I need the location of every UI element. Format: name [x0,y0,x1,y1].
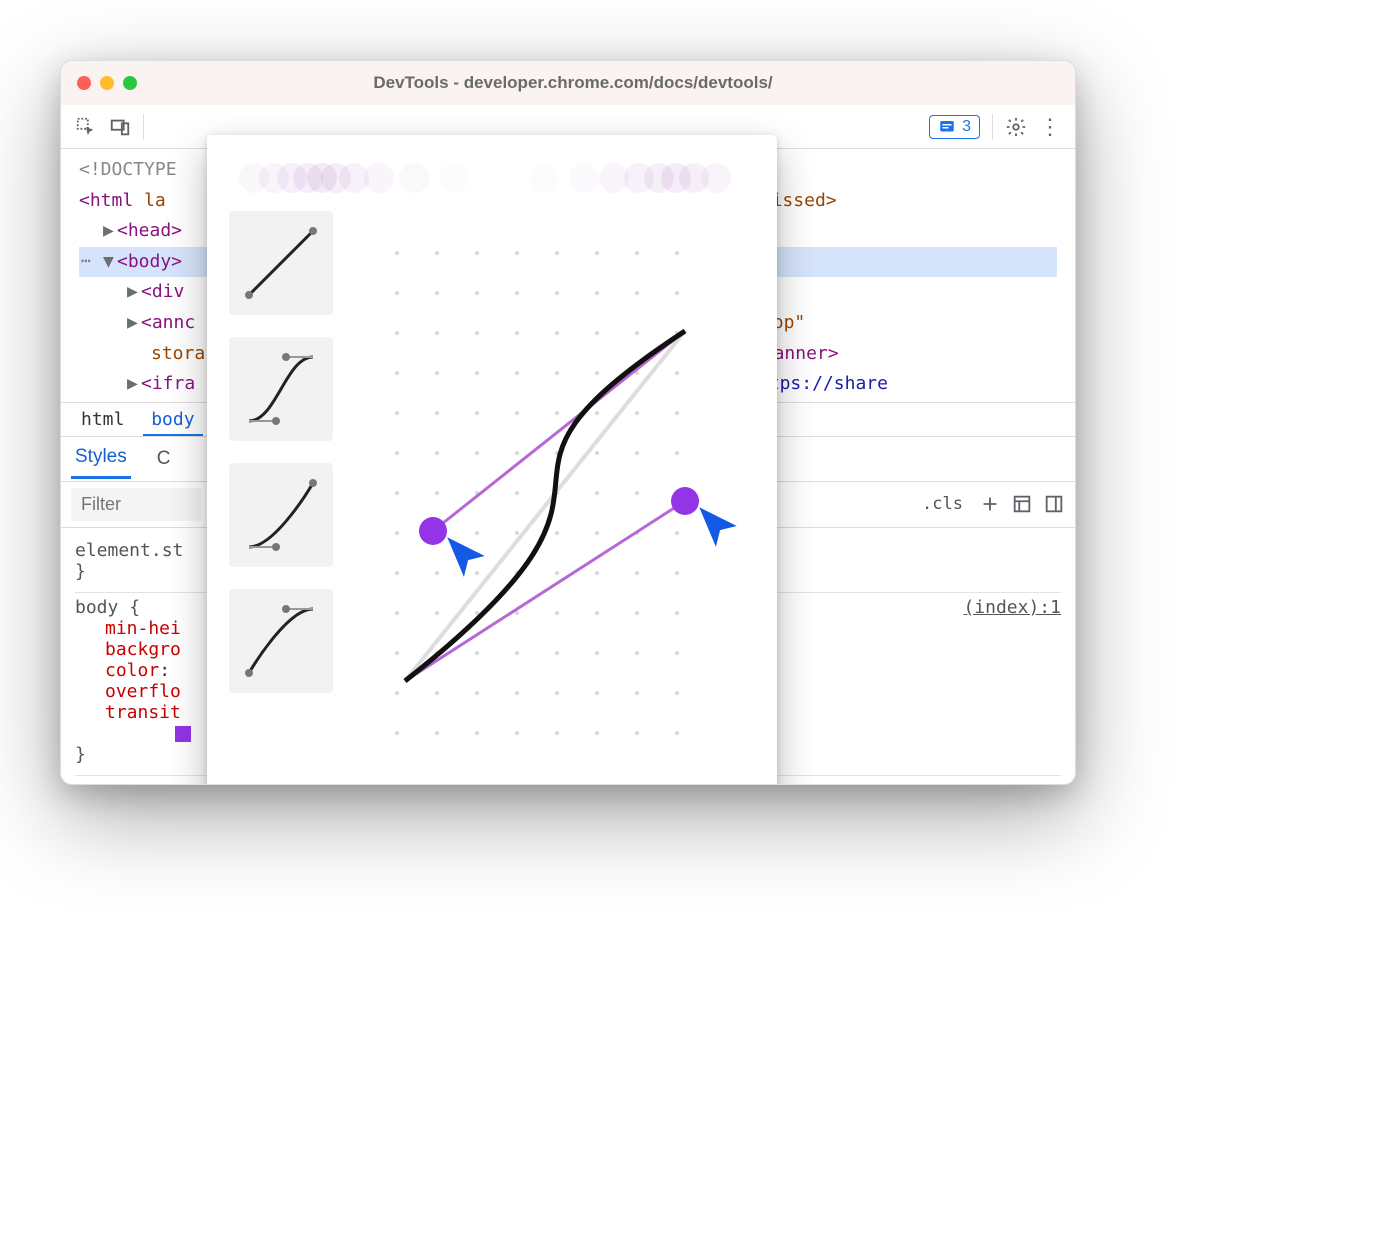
bezier-animation-preview [229,153,755,201]
crumb-body[interactable]: body [143,405,202,436]
bezier-swatch-icon[interactable] [175,726,191,742]
toggle-sidebar-icon[interactable] [1043,493,1065,515]
new-rule-icon[interactable] [979,493,1001,515]
window-controls [77,76,137,90]
bezier-canvas[interactable] [355,211,755,785]
prop-color[interactable]: color [105,660,159,681]
device-toolbar-icon[interactable] [109,116,131,138]
ellipsis-icon[interactable]: ⋯ [81,247,91,274]
close-window-button[interactable] [77,76,91,90]
tab-computed[interactable]: C [153,440,175,478]
prop-transition[interactable]: transit [105,702,181,723]
kebab-menu-icon[interactable]: ⋮ [1039,116,1061,138]
gear-icon[interactable] [1005,116,1027,138]
divider [143,114,144,140]
issues-chip[interactable]: 3 [929,115,980,139]
prop-background[interactable]: backgro [105,639,181,660]
inspect-element-icon[interactable] [75,116,97,138]
crumb-html[interactable]: html [73,405,132,434]
titlebar: DevTools - developer.chrome.com/docs/dev… [61,61,1075,105]
window-title: DevTools - developer.chrome.com/docs/dev… [147,73,999,93]
cursor-arrow-icon [441,531,491,581]
divider [992,114,993,140]
filter-input[interactable] [71,488,201,521]
cursor-arrow-icon [693,501,743,551]
bezier-presets [229,211,333,785]
zoom-window-button[interactable] [123,76,137,90]
cls-toggle[interactable]: .cls [916,490,969,518]
tab-styles[interactable]: Styles [71,438,131,479]
preset-ease-in-out[interactable] [229,337,333,441]
preset-ease-out[interactable] [229,589,333,693]
devtools-window: DevTools - developer.chrome.com/docs/dev… [60,60,1076,785]
source-link[interactable]: (index):1 [963,597,1061,618]
bezier-editor-popup: cubic-bezier(1, 0.63, 0.1, 0.53) [207,135,777,785]
preset-linear[interactable] [229,211,333,315]
issues-count: 3 [962,118,971,136]
prop-min-height[interactable]: min-hei [105,618,181,639]
minimize-window-button[interactable] [100,76,114,90]
preset-ease-in[interactable] [229,463,333,567]
computed-styles-icon[interactable] [1011,493,1033,515]
prop-overflow[interactable]: overflo [105,681,181,702]
